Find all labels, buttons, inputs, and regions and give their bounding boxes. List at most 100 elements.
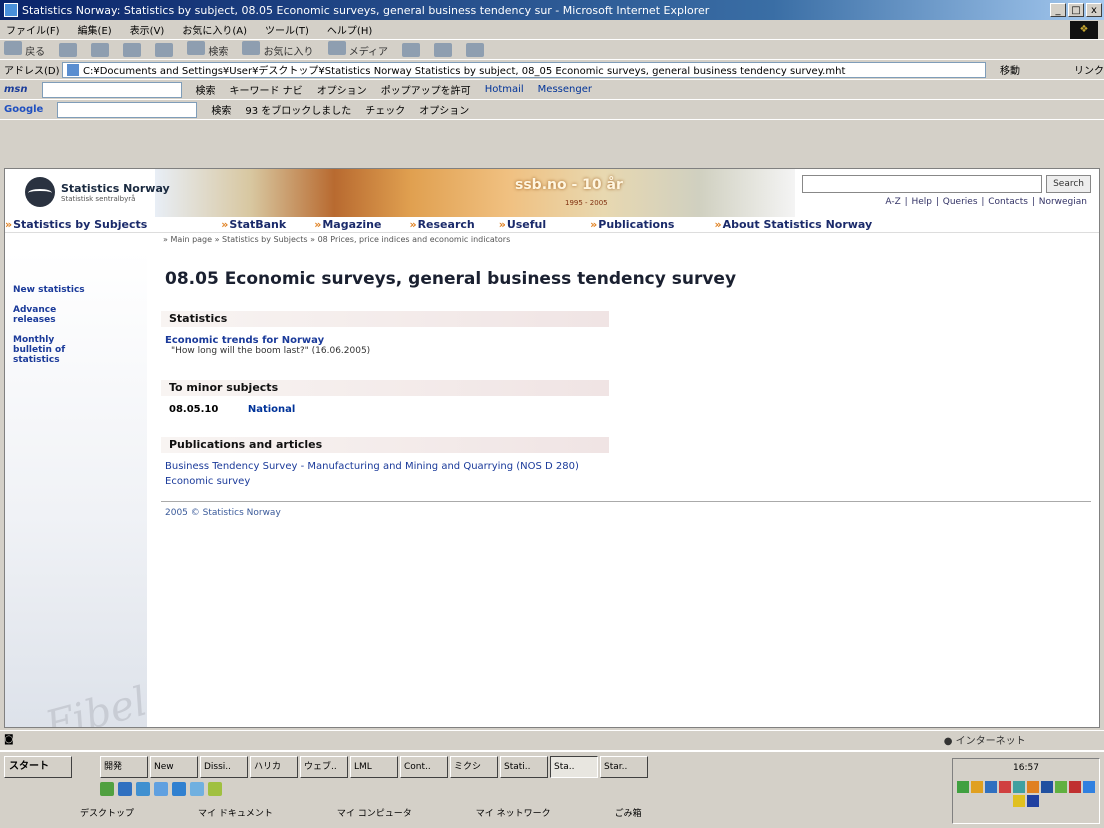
tray-icon[interactable] (1013, 795, 1025, 807)
print-icon[interactable] (466, 42, 485, 57)
windows-logo-icon: ❖ (1070, 20, 1098, 39)
task-button[interactable]: ウェブ.. (300, 756, 348, 778)
nav-publications[interactable]: »Publications (590, 218, 674, 231)
msn-keyword-button[interactable]: キーワード ナビ (230, 82, 303, 97)
economic-trends-link[interactable]: Economic trends for Norway (161, 335, 1091, 346)
nav-about[interactable]: »About Statistics Norway (714, 218, 872, 231)
publication-link-business-tendency[interactable]: Business Tendency Survey - Manufacturing… (161, 461, 1091, 472)
msn-toolbar: msn 検索 キーワード ナビ オプション ポップアップを許可 Hotmail … (0, 80, 1104, 100)
task-button[interactable]: LML (350, 756, 398, 778)
task-button[interactable]: Dissi.. (200, 756, 248, 778)
recycle-bin-link[interactable]: ごみ箱 (615, 806, 642, 819)
maximize-button[interactable]: □ (1068, 3, 1084, 17)
standard-toolbar: 戻る 検索 お気に入り メディア (0, 40, 1104, 60)
popup-blocked-label[interactable]: 93 をブロックしました (245, 102, 351, 117)
task-button[interactable]: ハリカ (250, 756, 298, 778)
search-button[interactable]: 検索 (187, 41, 228, 58)
tray-icon[interactable] (1083, 781, 1095, 793)
publication-link-economic-survey[interactable]: Economic survey (161, 476, 1091, 487)
menu-edit[interactable]: 編集(E) (76, 22, 114, 37)
msn-options-button[interactable]: オプション (317, 82, 367, 97)
msn-search-input[interactable] (41, 81, 182, 98)
history-icon[interactable] (402, 42, 421, 57)
logo-icon (25, 177, 55, 207)
sidebar-advance-releases[interactable]: Advance releases (5, 305, 65, 325)
status-page-icon: ◙ (4, 734, 14, 745)
msn-popup-button[interactable]: ポップアップを許可 (381, 82, 471, 97)
google-logo[interactable]: Google (4, 104, 43, 115)
breadcrumb[interactable]: » Main page » Statistics by Subjects » 0… (163, 235, 510, 244)
site-search: Search (802, 175, 1091, 193)
start-button[interactable]: スタート (4, 756, 72, 778)
quicklaunch-icon[interactable] (136, 782, 150, 796)
minor-subject-national-link[interactable]: National (248, 404, 296, 415)
back-button[interactable]: 戻る (4, 41, 45, 58)
quicklaunch-icon[interactable] (190, 782, 204, 796)
tray-icon[interactable] (1013, 781, 1025, 793)
tray-icon[interactable] (1041, 781, 1053, 793)
tray-icon[interactable] (999, 781, 1011, 793)
clock[interactable]: 16:57 (953, 763, 1099, 773)
menu-bar: ファイル(F) 編集(E) 表示(V) お気に入り(A) ツール(T) ヘルプ(… (0, 20, 1104, 40)
nav-useful[interactable]: »Useful (499, 218, 546, 231)
my-computer-link[interactable]: マイ コンピュータ (337, 806, 412, 819)
close-button[interactable]: x (1086, 3, 1102, 17)
quicklaunch-icon[interactable] (208, 782, 222, 796)
my-network-link[interactable]: マイ ネットワーク (476, 806, 551, 819)
tray-icon[interactable] (1027, 781, 1039, 793)
nav-magazine[interactable]: »Magazine (314, 218, 381, 231)
site-search-button[interactable]: Search (1046, 175, 1091, 193)
quicklaunch-icon[interactable] (172, 782, 186, 796)
nav-statbank[interactable]: »StatBank (221, 218, 286, 231)
my-documents-link[interactable]: マイ ドキュメント (198, 806, 273, 819)
messenger-link[interactable]: Messenger (538, 84, 592, 95)
desktop-link[interactable]: デスクトップ (80, 806, 134, 819)
sidebar-monthly-bulletin[interactable]: Monthly bulletin of statistics (5, 335, 89, 365)
tray-icon[interactable] (1027, 795, 1039, 807)
stop-icon[interactable] (91, 42, 110, 57)
menu-tools[interactable]: ツール(T) (263, 22, 311, 37)
nav-research[interactable]: »Research (409, 218, 474, 231)
tray-icon[interactable] (971, 781, 983, 793)
favorites-button[interactable]: お気に入り (242, 41, 314, 58)
task-button[interactable]: Stati.. (500, 756, 548, 778)
minimize-button[interactable]: _ (1050, 3, 1066, 17)
home-icon[interactable] (155, 42, 174, 57)
msn-search-button[interactable]: 検索 (196, 82, 216, 97)
msn-logo[interactable]: msn (4, 84, 28, 95)
google-search-button[interactable]: 検索 (211, 102, 231, 117)
menu-help[interactable]: ヘルプ(H) (325, 22, 374, 37)
hotmail-link[interactable]: Hotmail (485, 84, 524, 95)
tray-icon[interactable] (985, 781, 997, 793)
task-button[interactable]: 開発 (100, 756, 148, 778)
task-button[interactable]: New (150, 756, 198, 778)
task-button[interactable]: ミクシ (450, 756, 498, 778)
menu-view[interactable]: 表示(V) (128, 22, 167, 37)
go-button[interactable]: 移動 (1000, 62, 1060, 77)
site-search-input[interactable] (802, 175, 1043, 193)
sidebar-new-statistics[interactable]: New statistics (5, 285, 147, 295)
google-check-button[interactable]: チェック (365, 102, 405, 117)
quicklaunch-icon[interactable] (100, 782, 114, 796)
mail-icon[interactable] (434, 42, 453, 57)
google-search-input[interactable] (57, 101, 198, 118)
tray-icon[interactable] (1069, 781, 1081, 793)
tray-icon[interactable] (957, 781, 969, 793)
google-options-button[interactable]: オプション (419, 102, 469, 117)
menu-file[interactable]: ファイル(F) (4, 22, 62, 37)
forward-icon[interactable] (59, 42, 78, 57)
quicklaunch-icon[interactable] (154, 782, 168, 796)
address-input[interactable]: C:¥Documents and Settings¥User¥デスクトップ¥St… (62, 61, 986, 78)
top-links[interactable]: A-Z | Help | Queries | Contacts | Norweg… (885, 197, 1087, 207)
media-button[interactable]: メディア (327, 41, 388, 58)
task-button-active[interactable]: Sta.. (550, 756, 598, 778)
menu-favorites[interactable]: お気に入り(A) (180, 22, 249, 37)
nav-statistics-by-subjects[interactable]: »Statistics by Subjects (5, 218, 147, 231)
task-button[interactable]: Cont.. (400, 756, 448, 778)
site-logo[interactable]: Statistics Norway Statistisk sentralbyrå (25, 177, 170, 207)
quicklaunch-icon[interactable] (118, 782, 132, 796)
refresh-icon[interactable] (123, 42, 142, 57)
tray-icon[interactable] (1055, 781, 1067, 793)
task-button[interactable]: Star.. (600, 756, 648, 778)
links-button[interactable]: リンク (1074, 62, 1104, 77)
